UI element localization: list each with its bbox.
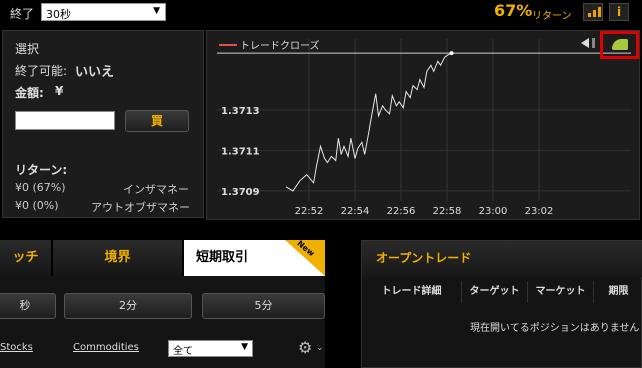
tab-boundary[interactable]: 境界	[53, 240, 183, 276]
return-in-label: インザマネー	[123, 183, 189, 196]
chart-toggle-button[interactable]	[600, 31, 639, 59]
expiry-possible-value: いいえ	[75, 65, 115, 80]
duration-button-seconds[interactable]: 秒	[0, 293, 56, 319]
return-in-value: ¥0 (67%)	[15, 181, 66, 194]
commodities-link[interactable]: Commodities	[73, 342, 139, 353]
expiry-possible-label: 終了可能:	[15, 64, 68, 78]
divider-icon	[592, 38, 595, 48]
expiry-select[interactable]: 30秒 ▼	[41, 3, 166, 21]
x-tick-label: 22:58	[433, 206, 462, 217]
y-tick-label: 1.3713	[221, 106, 260, 117]
payout-percent: 67%	[494, 1, 533, 20]
select-label: 選択	[15, 42, 40, 56]
return-label: リターン:	[15, 163, 68, 177]
chevron-down-icon: ▼	[153, 6, 160, 16]
gear-icon[interactable]: ⚙	[298, 338, 312, 357]
trade-entry-panel: 選択 終了可能: いいえ 金額: ¥ 買 リターン: ¥0 (67%) インザマ…	[2, 30, 204, 218]
x-tick-label: 23:00	[479, 206, 508, 217]
x-tick-label: 22:56	[387, 206, 416, 217]
return-out-value: ¥0 (0%)	[15, 199, 59, 212]
signal-bars-icon[interactable]	[583, 3, 603, 21]
top-bar: 終了 30秒 ▼ 67% リターン i	[0, 0, 642, 26]
column-header-target[interactable]: ターゲット	[462, 281, 528, 303]
expiry-label: 終了	[10, 7, 35, 21]
legend-swatch	[219, 44, 237, 46]
expiry-select-value: 30秒	[46, 8, 71, 21]
leaf-icon	[612, 39, 628, 50]
duration-button-5min[interactable]: 5分	[202, 293, 325, 319]
x-tick-label: 22:54	[341, 206, 370, 217]
category-filter-value: 全て	[173, 346, 193, 357]
info-icon[interactable]: i	[609, 3, 629, 21]
column-header-market[interactable]: マーケット	[528, 281, 594, 303]
stocks-link[interactable]: Stocks	[0, 342, 33, 353]
payout-label: リターン	[532, 11, 572, 22]
open-trades-title: オープントレード	[362, 241, 642, 277]
empty-positions-message: 現在開いてるポジションはありません	[470, 323, 640, 334]
duration-panel: 秒 2分 5分 Stocks Commodities 全て ▼ ⚙ ⌄	[0, 276, 325, 368]
current-price-point	[449, 51, 454, 56]
price-chart-panel: 22:52 22:54 22:56 22:58 23:00 23:02 1.3713 1.37…	[206, 30, 640, 220]
chevron-down-icon: ▼	[241, 342, 248, 352]
currency-symbol: ¥	[55, 84, 64, 98]
tab-touch[interactable]: ッチ	[0, 240, 52, 276]
column-header-trade-details[interactable]: トレード詳細	[362, 281, 462, 303]
y-tick-label: 1.3709	[221, 187, 260, 198]
y-tick-label: 1.3711	[221, 146, 260, 157]
chevron-down-icon[interactable]: ⌄	[316, 343, 324, 353]
buy-button[interactable]: 買	[125, 110, 189, 132]
column-header-expiry[interactable]: 期限	[594, 281, 642, 303]
price-chart: 22:52 22:54 22:56 22:58 23:00 23:02 1.3713 1.37…	[217, 39, 631, 217]
trade-type-tabs: ッチ 境界 短期取引	[0, 240, 325, 276]
price-series-line	[285, 52, 452, 192]
chart-legend: トレードクローズ	[240, 41, 320, 52]
back-arrow-icon[interactable]	[581, 38, 589, 48]
x-tick-label: 23:02	[525, 206, 554, 217]
open-trades-panel: オープントレード トレード詳細 ターゲット マーケット 期限 現在開いてるポジシ…	[361, 240, 642, 368]
amount-input[interactable]	[15, 111, 115, 130]
duration-button-2min[interactable]: 2分	[64, 293, 192, 319]
amount-label: 金額:	[15, 86, 44, 100]
category-filter-select[interactable]: 全て ▼	[168, 340, 253, 357]
return-out-label: アウトオブザマネー	[91, 201, 190, 214]
x-tick-label: 22:52	[295, 206, 324, 217]
